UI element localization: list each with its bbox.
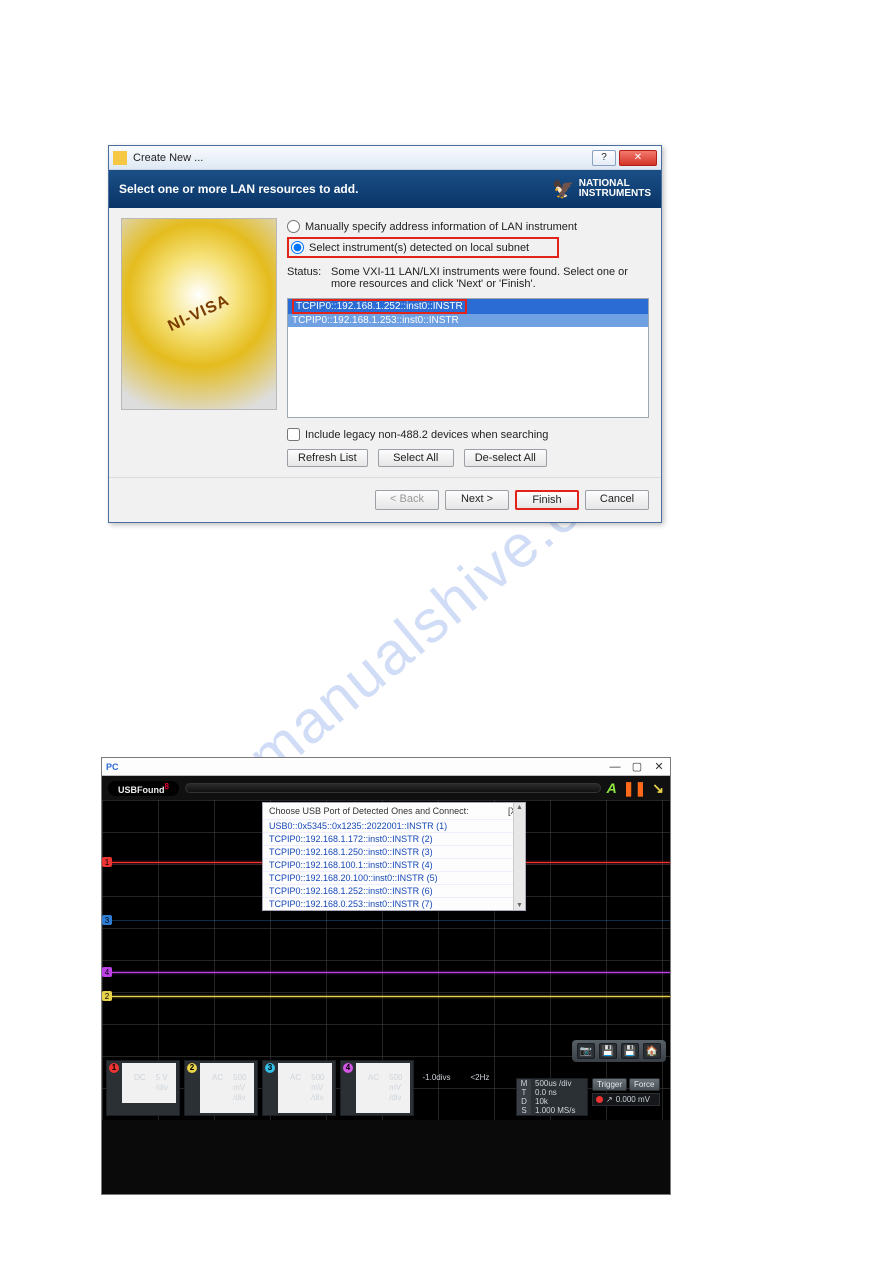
minimize-button[interactable]: — (604, 760, 626, 774)
single-icon[interactable]: ↘ (652, 780, 664, 797)
port-list-item[interactable]: TCPIP0::192.168.100.1::inst0::INSTR (4) (263, 858, 525, 871)
scope-app-icon: PC (106, 762, 119, 772)
waveform-area[interactable]: 1 3 4 2 Choose USB Port of Detected Ones… (102, 800, 670, 1120)
list-item[interactable]: TCPIP0::192.168.1.252::inst0::INSTR (288, 299, 648, 314)
port-list-item[interactable]: TCPIP0::192.168.0.253::inst0::INSTR (7) (263, 897, 525, 910)
camera-icon[interactable]: 📷 (577, 1043, 595, 1059)
ni-logo: 🦅 NATIONAL INSTRUMENTS (552, 179, 651, 199)
app-icon (113, 151, 127, 165)
channel-strip: 1 DC 5 V /div 3.0divs 2 AC 500 mV /div -… (106, 1060, 414, 1116)
radio-manual-input[interactable] (287, 220, 300, 233)
progress-bar (185, 783, 601, 793)
trace-ch4 (102, 972, 670, 973)
marker-ch1[interactable]: 1 (102, 857, 112, 867)
marker-ch2[interactable]: 2 (102, 991, 112, 1001)
refresh-button[interactable]: Refresh List (287, 449, 368, 467)
radio-detect[interactable]: Select instrument(s) detected on local s… (291, 241, 529, 254)
close-button[interactable]: ✕ (619, 150, 657, 166)
port-list-item[interactable]: TCPIP0::192.168.1.250::inst0::INSTR (3) (263, 845, 525, 858)
port-list-item[interactable]: TCPIP0::192.168.20.100::inst0::INSTR (5) (263, 871, 525, 884)
scope-toolbar: USBFound8 A ❚❚ ↘ (102, 776, 670, 800)
instrument-listbox[interactable]: TCPIP0::192.168.1.252::inst0::INSTR TCPI… (287, 298, 649, 418)
list-item[interactable]: TCPIP0::192.168.1.253::inst0::INSTR (288, 314, 648, 327)
select-all-button[interactable]: Select All (378, 449, 454, 467)
channel-1-panel[interactable]: 1 DC 5 V /div 3.0divs (106, 1060, 180, 1116)
auto-icon[interactable]: A (607, 780, 617, 796)
next-button[interactable]: Next > (445, 490, 509, 510)
channel-4-panel[interactable]: 4 AC 500 mV /div -1.0divs <2Hz (340, 1060, 414, 1116)
edge-icon: ↗ (606, 1095, 613, 1104)
save-icon[interactable]: 💾 (599, 1043, 617, 1059)
eagle-icon: 🦅 (552, 184, 574, 194)
trigger-button[interactable]: Trigger (592, 1078, 627, 1091)
back-button[interactable]: < Back (375, 490, 439, 510)
window-title: Create New ... (133, 152, 589, 164)
scope-titlebar[interactable]: PC — ▢ ✕ (102, 758, 670, 776)
create-new-dialog: Create New ... ? ✕ Select one or more LA… (108, 145, 662, 523)
legacy-checkbox-input[interactable] (287, 428, 300, 441)
timebase-table: M500us /div T0.0 ns D10k S1.000 MS/s (516, 1078, 588, 1116)
radio-manual[interactable]: Manually specify address information of … (287, 220, 649, 233)
wizard-image (121, 218, 277, 410)
port-list-item[interactable]: USB0::0x5345::0x1235::2022001::INSTR (1) (263, 819, 525, 832)
legacy-checkbox[interactable]: Include legacy non-488.2 devices when se… (287, 428, 649, 441)
banner: Select one or more LAN resources to add.… (109, 170, 661, 208)
port-list-item[interactable]: TCPIP0::192.168.1.172::inst0::INSTR (2) (263, 832, 525, 845)
trace-ch2 (102, 996, 670, 997)
usb-count-badge: 8 (165, 782, 169, 791)
pause-icon[interactable]: ❚❚ (623, 780, 646, 797)
deselect-all-button[interactable]: De-select All (464, 449, 547, 467)
status-label: Status: (287, 266, 331, 290)
radio-detect-input[interactable] (291, 241, 304, 254)
trigger-source-icon (596, 1096, 603, 1103)
help-button[interactable]: ? (592, 150, 616, 166)
usb-port-popup: Choose USB Port of Detected Ones and Con… (262, 802, 526, 911)
channel-2-panel[interactable]: 2 AC 500 mV /div -2.0divs <2Hz (184, 1060, 258, 1116)
close-button[interactable]: ✕ (648, 760, 670, 774)
marker-ch4[interactable]: 4 (102, 967, 112, 977)
scope-window: PC — ▢ ✕ USBFound8 A ❚❚ ↘ 1 3 4 2 (101, 757, 671, 1195)
trigger-value: ↗ 0.000 mV (592, 1093, 660, 1106)
finish-button[interactable]: Finish (515, 490, 579, 510)
cancel-button[interactable]: Cancel (585, 490, 649, 510)
titlebar[interactable]: Create New ... ? ✕ (109, 146, 661, 170)
highlight-select-subnet: Select instrument(s) detected on local s… (287, 237, 559, 258)
banner-text: Select one or more LAN resources to add. (119, 182, 358, 196)
maximize-button[interactable]: ▢ (626, 760, 648, 774)
usb-found-badge[interactable]: USBFound8 (108, 781, 179, 796)
highlight-list-item: TCPIP0::192.168.1.252::inst0::INSTR (292, 299, 467, 314)
home-icon[interactable]: 🏠 (643, 1043, 661, 1059)
channel-3-panel[interactable]: 3 AC 500 mV /div 1.0divs <2Hz (262, 1060, 336, 1116)
trace-ch3 (102, 920, 670, 921)
force-button[interactable]: Force (629, 1078, 659, 1091)
popup-title: Choose USB Port of Detected Ones and Con… (269, 806, 469, 816)
marker-ch3[interactable]: 3 (102, 915, 112, 925)
port-list-item[interactable]: TCPIP0::192.168.1.252::inst0::INSTR (6) (263, 884, 525, 897)
status-text: Some VXI-11 LAN/LXI instruments were fou… (331, 266, 649, 290)
icon-bar: 📷 💾 💾 🏠 (572, 1040, 666, 1062)
popup-scrollbar[interactable] (513, 803, 525, 910)
save2-icon[interactable]: 💾 (621, 1043, 639, 1059)
